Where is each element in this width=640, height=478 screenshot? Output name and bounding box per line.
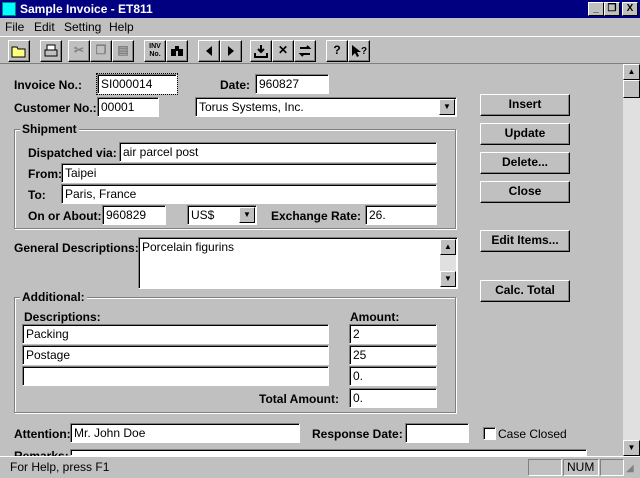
attention-label: Attention: <box>14 427 71 441</box>
case-closed-checkbox[interactable] <box>483 427 496 440</box>
print-icon[interactable] <box>40 40 62 62</box>
close-button[interactable]: Close <box>480 181 570 203</box>
general-desc-label: General Descriptions: <box>14 241 139 255</box>
total-amount-label: Total Amount: <box>259 392 339 406</box>
invoice-no-field[interactable]: SI000014 <box>96 73 178 95</box>
window-title: Sample Invoice - ET811 <box>20 2 153 16</box>
date-label: Date: <box>220 78 251 92</box>
shipment-title: Shipment <box>20 122 79 136</box>
menu-file[interactable]: File <box>5 20 24 34</box>
customer-name-value: Torus Systems, Inc. <box>199 100 304 114</box>
currency-value: US$ <box>191 208 215 222</box>
scroll-down-arrow-icon[interactable]: ▼ <box>623 440 640 456</box>
update-button[interactable]: Update <box>480 123 570 145</box>
invoice-no-label: Invoice No.: <box>14 78 83 92</box>
calc-total-button[interactable]: Calc. Total <box>480 280 570 302</box>
on-about-field[interactable]: 960829 <box>102 205 166 225</box>
desc-field-1[interactable]: Packing <box>22 324 329 344</box>
descriptions-header: Descriptions: <box>24 310 101 324</box>
invoice-number-icon[interactable]: INV No. <box>144 40 166 62</box>
customer-no-label: Customer No.: <box>14 101 97 115</box>
status-help-text: For Help, press F1 <box>10 460 110 474</box>
insert-button[interactable]: Insert <box>480 94 570 116</box>
chevron-down-icon[interactable]: ▼ <box>439 99 455 115</box>
amount-field-3[interactable]: 0. <box>349 366 437 386</box>
refresh-icon[interactable] <box>294 40 316 62</box>
dispatched-field[interactable]: air parcel post <box>119 142 437 162</box>
close-window-button[interactable]: X <box>622 2 638 16</box>
status-panel-blank <box>528 459 562 476</box>
open-folder-icon[interactable] <box>8 40 30 62</box>
dispatched-label: Dispatched via: <box>28 146 117 160</box>
edit-items-button[interactable]: Edit Items... <box>480 230 570 252</box>
amount-field-2[interactable]: 25 <box>349 345 437 365</box>
to-label: To: <box>28 188 46 202</box>
customer-no-field[interactable]: 00001 <box>97 97 159 117</box>
main-vertical-scrollbar[interactable]: ▲ ▼ <box>623 64 640 456</box>
from-label: From: <box>28 167 62 181</box>
remarks-label: Remarks: <box>14 449 69 456</box>
svg-text:?: ? <box>361 46 367 57</box>
attention-field[interactable]: Mr. John Doe <box>70 423 300 443</box>
minimize-button[interactable]: _ <box>588 2 604 16</box>
status-bar: For Help, press F1 NUM ◢ <box>0 456 640 478</box>
general-desc-scrollbar[interactable]: ▲ ▼ <box>440 239 456 287</box>
to-field[interactable]: Paris, France <box>61 184 437 204</box>
cut-icon[interactable]: ✂ <box>68 40 90 62</box>
next-record-icon[interactable] <box>220 40 242 62</box>
app-icon[interactable] <box>2 2 16 16</box>
inv-label-line2: No. <box>149 51 161 58</box>
status-num-indicator: NUM <box>563 459 599 476</box>
additional-title: Additional: <box>20 290 87 304</box>
total-amount-field[interactable]: 0. <box>349 388 437 408</box>
desc-field-3[interactable] <box>22 366 329 386</box>
menu-edit[interactable]: Edit <box>34 20 55 34</box>
inv-label-line1: INV <box>149 43 161 50</box>
scroll-thumb[interactable] <box>623 80 640 98</box>
date-field[interactable]: 960827 <box>255 74 329 94</box>
menu-setting[interactable]: Setting <box>64 20 101 34</box>
scroll-down-arrow-icon[interactable]: ▼ <box>440 271 456 287</box>
title-bar[interactable]: Sample Invoice - ET811 _ ❐ X <box>0 0 640 18</box>
toolbar: ✂ ❐ ▤ INV No. ✕ ? ? <box>0 36 640 64</box>
from-field[interactable]: Taipei <box>61 163 437 183</box>
exchange-rate-label: Exchange Rate: <box>271 209 362 223</box>
amount-header: Amount: <box>350 310 400 324</box>
chevron-down-icon[interactable]: ▼ <box>239 207 255 223</box>
remarks-field[interactable] <box>70 449 587 456</box>
help-icon[interactable]: ? <box>326 40 348 62</box>
scroll-up-arrow-icon[interactable]: ▲ <box>440 239 456 255</box>
delete-button[interactable]: Delete... <box>480 152 570 174</box>
resize-grip-icon[interactable]: ◢ <box>626 463 634 474</box>
restore-button[interactable]: ❐ <box>604 2 620 16</box>
context-help-icon[interactable]: ? <box>348 40 370 62</box>
response-date-field[interactable] <box>405 423 469 443</box>
exchange-rate-field[interactable]: 26. <box>365 205 437 225</box>
on-about-label: On or About: <box>28 209 102 223</box>
menu-bar: File Edit Setting Help <box>0 18 640 36</box>
desc-field-2[interactable]: Postage <box>22 345 329 365</box>
status-panel-blank-2 <box>600 459 624 476</box>
previous-record-icon[interactable] <box>198 40 220 62</box>
scroll-up-arrow-icon[interactable]: ▲ <box>623 64 640 80</box>
paste-icon[interactable]: ▤ <box>112 40 134 62</box>
case-closed-label: Case Closed <box>498 427 567 441</box>
save-download-icon[interactable] <box>250 40 272 62</box>
customer-name-dropdown[interactable]: Torus Systems, Inc. <box>195 97 457 117</box>
copy-icon[interactable]: ❐ <box>90 40 112 62</box>
general-desc-value: Porcelain figurins <box>142 240 235 254</box>
find-icon[interactable] <box>166 40 188 62</box>
menu-help[interactable]: Help <box>109 20 134 34</box>
delete-x-icon[interactable]: ✕ <box>272 40 294 62</box>
general-desc-textarea[interactable]: Porcelain figurins <box>138 237 458 289</box>
amount-field-1[interactable]: 2 <box>349 324 437 344</box>
response-date-label: Response Date: <box>312 427 403 441</box>
